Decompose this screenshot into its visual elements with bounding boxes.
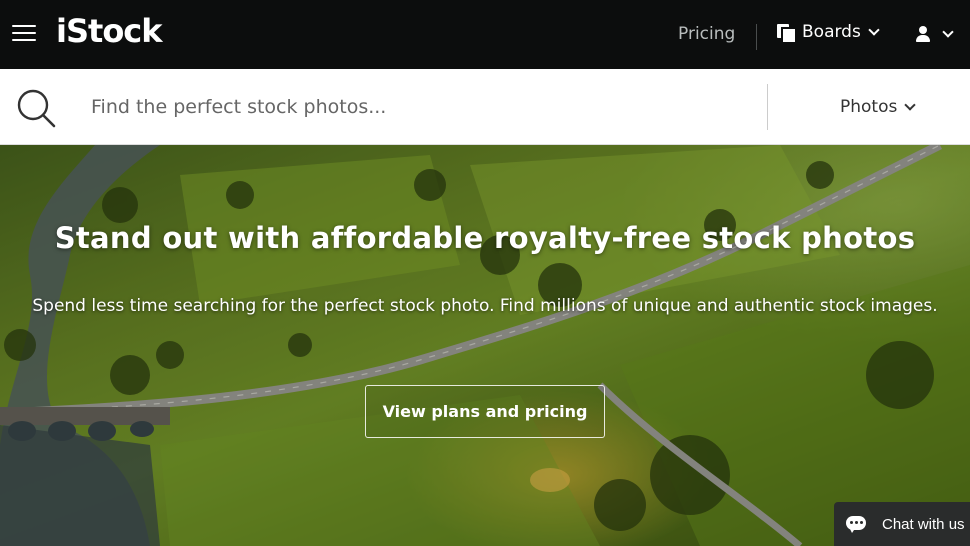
- top-navigation: iStock Pricing Boards: [0, 0, 970, 69]
- chat-bubble-icon: [846, 515, 866, 533]
- hero-subtitle: Spend less time searching for the perfec…: [32, 296, 938, 316]
- nav-divider: [756, 24, 757, 50]
- hero-title: Stand out with affordable royalty-free s…: [54, 221, 916, 255]
- chat-label: Chat with us: [882, 515, 965, 533]
- view-plans-button[interactable]: View plans and pricing: [365, 385, 605, 438]
- boards-label: Boards: [802, 22, 861, 42]
- search-icon[interactable]: [16, 88, 56, 128]
- menu-icon[interactable]: [12, 25, 36, 43]
- hero-overlay: [0, 145, 970, 546]
- hero-banner: Stand out with affordable royalty-free s…: [0, 145, 970, 546]
- search-bar: Photos: [0, 69, 970, 145]
- chat-button[interactable]: Chat with us: [834, 502, 970, 546]
- pricing-link[interactable]: Pricing: [678, 24, 735, 44]
- search-input[interactable]: [91, 89, 751, 125]
- media-type-label: Photos: [840, 97, 898, 117]
- chevron-down-icon: [868, 23, 880, 36]
- account-menu-button[interactable]: [916, 25, 954, 42]
- istock-logo[interactable]: iStock: [56, 12, 163, 50]
- media-type-dropdown[interactable]: Photos: [840, 97, 917, 117]
- chevron-down-icon: [942, 25, 954, 38]
- chevron-down-icon: [904, 98, 917, 111]
- boards-icon: [777, 24, 795, 42]
- search-divider: [767, 84, 768, 130]
- user-icon: [916, 26, 930, 42]
- boards-button[interactable]: Boards: [777, 22, 880, 42]
